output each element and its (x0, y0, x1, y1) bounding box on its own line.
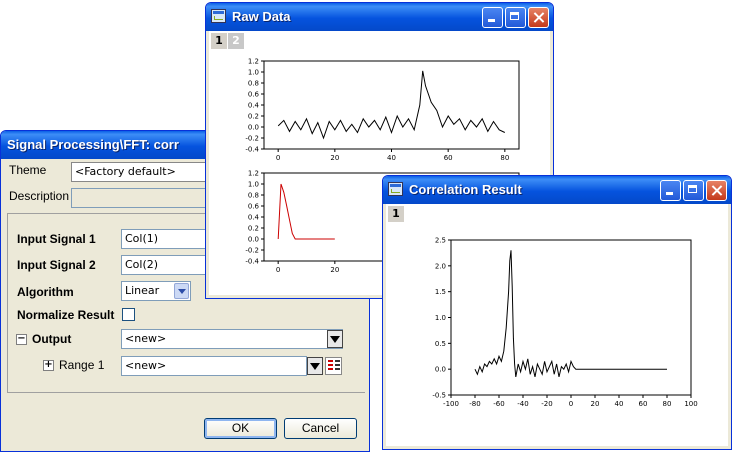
algorithm-dropdown-arrow-icon[interactable] (174, 283, 189, 299)
x-tick-label: 60 (639, 400, 648, 408)
correlation-result-window: Correlation Result 1 -100 -80 -60 -40 -20 0 20… (382, 175, 732, 450)
x-tick-label: -60 (493, 400, 504, 408)
minimize-icon[interactable] (482, 7, 503, 28)
y-tick-label: 0.6 (248, 91, 260, 99)
dialog-title: Signal Processing\FFT: corr (7, 137, 179, 152)
y-tick-label: -0.2 (245, 247, 259, 255)
description-label: Description (9, 189, 69, 203)
normalize-result-label: Normalize Result (17, 308, 114, 322)
raw-signal-1-plot: 0 20 40 60 80 -0.4 -0.2 0.0 0.2 0.4 0.6 0.8 1.0 1.2 (229, 55, 529, 165)
y-tick-label: 0.0 (248, 124, 259, 132)
maximize-icon[interactable] (683, 180, 704, 201)
input-signal-2-label: Input Signal 2 (17, 258, 96, 272)
y-tick-label: 0.6 (248, 203, 260, 211)
correlation-title-bar[interactable]: Correlation Result (383, 176, 731, 204)
y-tick-label: 0.0 (248, 236, 259, 244)
y-tick-label: 1.0 (435, 314, 446, 322)
y-tick-label: 0.4 (248, 102, 260, 110)
correlation-title: Correlation Result (409, 182, 522, 197)
x-tick-label: 40 (615, 400, 624, 408)
x-tick-label: -80 (469, 400, 480, 408)
y-tick-label: 0.4 (248, 214, 260, 222)
range-expand-icon[interactable]: + (43, 360, 54, 371)
raw-data-title: Raw Data (232, 9, 291, 24)
x-tick-label: 60 (444, 154, 453, 162)
ok-button[interactable]: OK (204, 418, 277, 439)
y-tick-label: 0.0 (435, 366, 446, 374)
series-line (475, 250, 667, 377)
range-picker-icon[interactable] (325, 357, 342, 375)
x-tick-label: 20 (330, 266, 339, 274)
y-tick-label: -0.2 (245, 135, 259, 143)
y-tick-label: -0.4 (245, 146, 259, 154)
y-tick-label: 0.8 (248, 80, 259, 88)
x-tick-label: 0 (276, 154, 280, 162)
y-tick-label: -0.5 (432, 392, 446, 400)
y-tick-label: 0.8 (248, 192, 259, 200)
raw-data-layer-tabs: 12 (211, 33, 245, 49)
y-tick-label: 1.2 (248, 58, 259, 66)
x-tick-label: 40 (387, 154, 396, 162)
series-line (278, 71, 505, 138)
output-dropdown-arrow-icon[interactable] (327, 330, 343, 348)
y-tick-label: 2.5 (435, 237, 446, 245)
x-tick-label: 80 (663, 400, 672, 408)
range-dropdown-arrow-icon[interactable] (307, 357, 323, 375)
output-label: Output (32, 332, 71, 346)
plot-frame (264, 61, 519, 149)
layer-tab-1[interactable]: 1 (211, 33, 227, 49)
y-tick-label: 1.5 (435, 288, 446, 296)
correlation-plot: -100 -80 -60 -40 -20 0 20 40 60 80 100 -0.5 0.0 0.5 1.… (416, 234, 716, 439)
normalize-result-checkbox[interactable] (122, 308, 135, 321)
window-app-icon (388, 182, 403, 196)
minimize-icon[interactable] (660, 180, 681, 201)
layer-tab-2[interactable]: 2 (228, 33, 244, 49)
output-collapse-icon[interactable]: − (16, 334, 27, 345)
correlation-layer-tabs: 1 (388, 206, 405, 222)
x-tick-label: 20 (591, 400, 600, 408)
x-tick-label: -40 (517, 400, 528, 408)
y-tick-label: 1.0 (248, 181, 259, 189)
y-tick-label: 0.2 (248, 225, 259, 233)
maximize-icon[interactable] (505, 7, 526, 28)
y-tick-label: 1.2 (248, 170, 259, 178)
y-tick-label: 0.2 (248, 113, 259, 121)
close-icon[interactable] (706, 180, 727, 201)
plot-frame (451, 240, 691, 395)
input-signal-1-label: Input Signal 1 (17, 232, 96, 246)
y-tick-label: 1.0 (248, 69, 259, 77)
window-app-icon (211, 9, 226, 23)
algorithm-label: Algorithm (17, 285, 74, 299)
cancel-button[interactable]: Cancel (284, 418, 357, 439)
correlation-graph-area: 1 -100 -80 -60 -40 -20 0 20 40 60 80 100 -0.5 0.0 0.5… (386, 204, 728, 446)
x-tick-label: 0 (569, 400, 573, 408)
y-tick-label: 0.5 (435, 340, 446, 348)
y-tick-label: 2.0 (435, 262, 446, 270)
x-tick-label: 80 (500, 154, 509, 162)
series-line (278, 184, 335, 239)
close-icon[interactable] (528, 7, 549, 28)
x-tick-label: -20 (541, 400, 552, 408)
output-field[interactable]: <new> (121, 329, 343, 349)
theme-label: Theme (9, 163, 46, 177)
range-field[interactable]: <new> (121, 356, 307, 376)
raw-data-title-bar[interactable]: Raw Data (206, 3, 553, 31)
x-tick-label: 100 (684, 400, 697, 408)
x-tick-label: 20 (330, 154, 339, 162)
x-tick-label: 0 (276, 266, 280, 274)
layer-tab-1[interactable]: 1 (388, 206, 404, 222)
y-tick-label: -0.4 (245, 258, 259, 266)
x-tick-label: -100 (443, 400, 459, 408)
range-label: Range 1 (59, 358, 104, 372)
